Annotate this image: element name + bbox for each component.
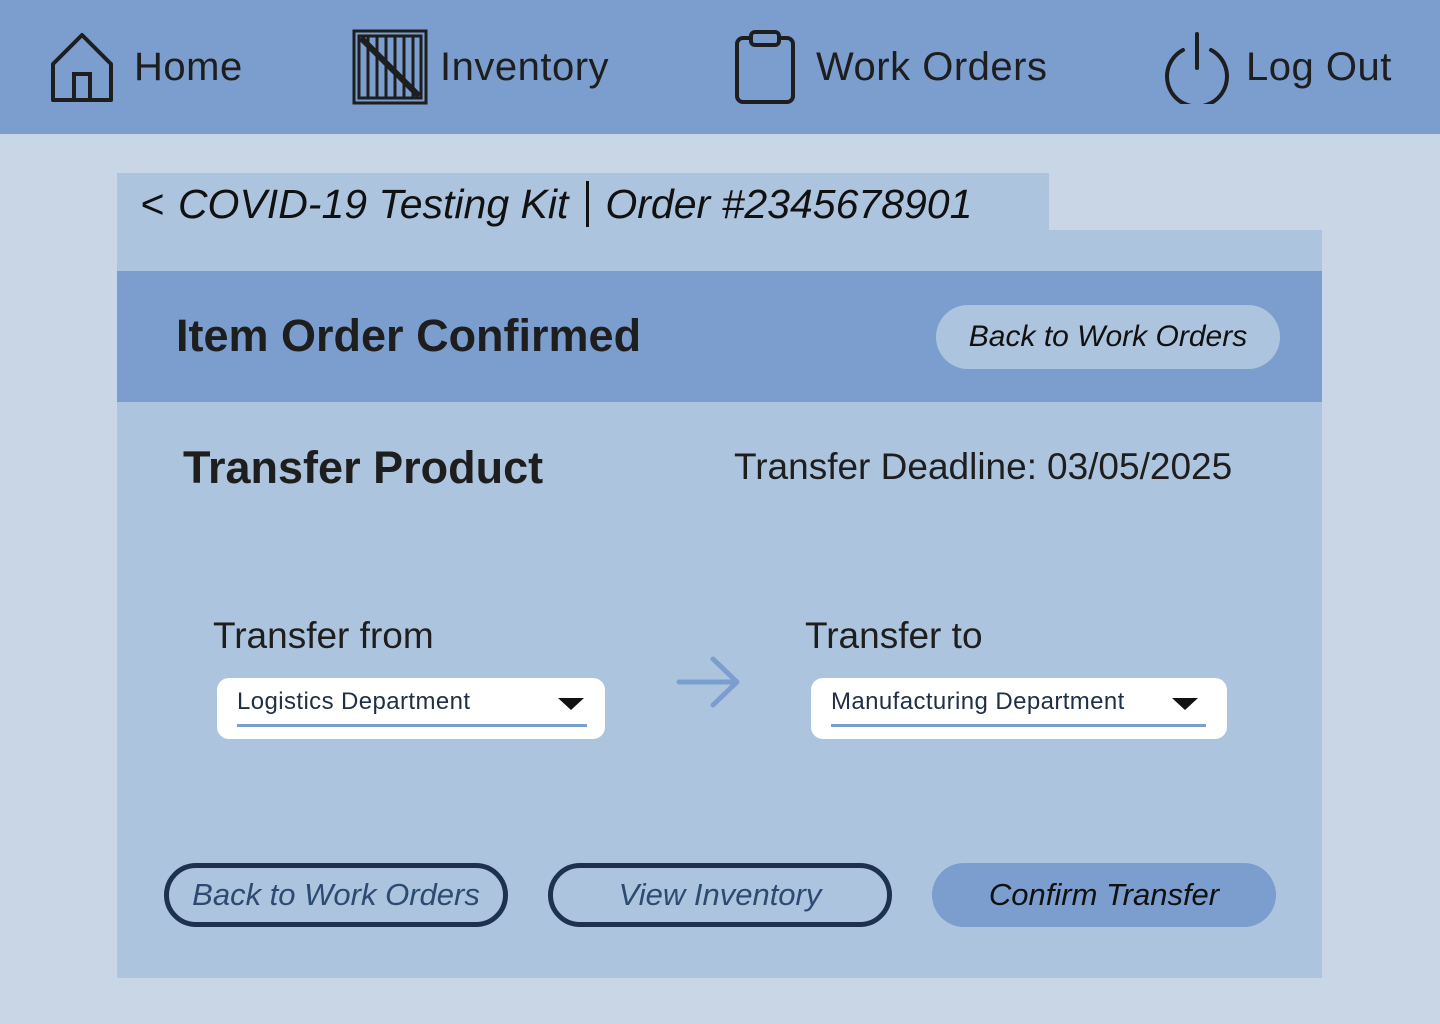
banner-back-to-work-orders-button[interactable]: Back to Work Orders — [936, 305, 1280, 369]
breadcrumb-product: COVID-19 Testing Kit — [177, 180, 569, 227]
transfer-section-title: Transfer Product — [183, 442, 544, 493]
transfer-to-label: Transfer to — [805, 615, 983, 656]
home-icon — [51, 33, 113, 102]
view-inventory-button[interactable]: View Inventory — [548, 863, 892, 927]
transfer-to-select[interactable]: Manufacturing Department — [811, 678, 1227, 739]
breadcrumb-order: Order #2345678901 — [605, 180, 973, 227]
transfer-to-value: Manufacturing Department — [831, 688, 1125, 715]
transfer-from-select[interactable]: Logistics Department — [217, 678, 605, 739]
confirm-transfer-button[interactable]: Confirm Transfer — [932, 863, 1276, 927]
breadcrumb-back-link[interactable]: < — [140, 181, 164, 228]
transfer-deadline-label: Transfer Deadline: — [734, 446, 1037, 487]
nav-home[interactable]: Home — [48, 28, 243, 106]
nav-log-out[interactable]: Log Out — [1164, 28, 1392, 106]
banner-title: Item Order Confirmed — [176, 310, 642, 361]
transfer-deadline-value: 03/05/2025 — [1047, 446, 1233, 487]
top-nav-bar: Home Inventory Work Orders Log Out — [0, 0, 1440, 134]
clipboard-icon — [735, 30, 795, 104]
nav-home-label: Home — [134, 44, 243, 89]
nav-work-orders[interactable]: Work Orders — [734, 28, 1047, 106]
chevron-down-icon — [558, 698, 584, 710]
transfer-deadline: Transfer Deadline: 03/05/2025 — [734, 446, 1232, 488]
nav-inventory-label: Inventory — [440, 44, 610, 89]
power-icon — [1165, 32, 1229, 104]
chevron-down-icon — [1172, 698, 1198, 710]
nav-inventory[interactable]: Inventory — [352, 28, 609, 106]
transfer-from-value: Logistics Department — [237, 688, 471, 715]
breadcrumb-divider — [586, 181, 590, 227]
transfer-from-label: Transfer from — [213, 615, 434, 656]
select-underline — [831, 724, 1206, 727]
nav-log-out-label: Log Out — [1246, 44, 1392, 89]
back-to-work-orders-button[interactable]: Back to Work Orders — [164, 863, 508, 927]
select-underline — [237, 724, 587, 727]
nav-work-orders-label: Work Orders — [816, 44, 1048, 89]
breadcrumb: < COVID-19 Testing Kit Order #2345678901 — [140, 178, 972, 230]
arrow-right-icon — [676, 656, 740, 708]
crate-icon — [352, 29, 428, 105]
